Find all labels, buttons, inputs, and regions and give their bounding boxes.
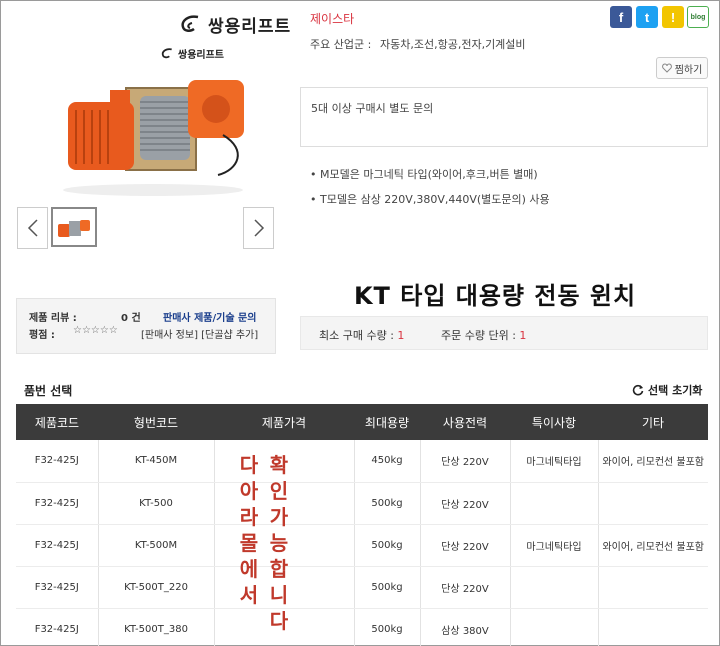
feature-item: M모델은 마그네틱 타입(와이어,후크,버튼 별매) xyxy=(310,166,550,182)
cell-power: 삼상 380V xyxy=(420,608,511,646)
brand-logo: 쌍용리프트 xyxy=(178,12,291,37)
col-capacity: 최대용량 xyxy=(354,404,420,440)
cell-power: 단상 220V xyxy=(420,440,511,483)
option-table: 제품코드 형번코드 제품가격 최대용량 사용전력 특이사항 기타 F32-425… xyxy=(16,404,708,646)
review-label: 제품 리뷰 : xyxy=(29,313,77,324)
sub-brand-name: 쌍용리프트 xyxy=(178,50,224,61)
cell-special: 마그네틱타입 xyxy=(510,524,599,567)
cell-etc: 와이어, 리모컨선 불포함 xyxy=(598,440,708,483)
cell-model-code: KT-500M xyxy=(98,524,215,567)
cell-power: 단상 220V xyxy=(420,482,511,525)
reset-selection-button[interactable]: 선택 초기화 xyxy=(632,382,702,398)
cell-model-code: KT-450M xyxy=(98,440,215,483)
winch-thumbnail-image xyxy=(58,220,90,237)
notice-box: 5대 이상 구매시 별도 문의 xyxy=(300,87,708,147)
col-model-code: 형번코드 xyxy=(98,404,214,440)
cell-product-code: F32-425J xyxy=(16,566,99,609)
table-row[interactable]: F32-425J KT-500 500kg 단상 220V xyxy=(16,482,708,525)
product-image[interactable] xyxy=(48,40,258,200)
blog-icon: blog xyxy=(690,13,706,21)
cell-capacity: 500kg xyxy=(354,608,421,646)
cell-model-code: KT-500 xyxy=(98,482,215,525)
cell-product-code: F32-425J xyxy=(16,482,99,525)
notice-text: 5대 이상 구매시 별도 문의 xyxy=(311,102,434,115)
cell-capacity: 500kg xyxy=(354,524,421,567)
cell-power: 단상 220V xyxy=(420,566,511,609)
cell-special xyxy=(510,566,599,609)
product-title: KT 타입 대용량 전동 윈치 xyxy=(353,282,637,310)
order-unit: 주문 수량 단위 : 1 xyxy=(441,329,527,342)
cell-etc: 와이어, 리모컨선 불포함 xyxy=(598,524,708,567)
rating-label: 평점 : xyxy=(29,330,55,341)
bookmark-button[interactable]: 찜하기 xyxy=(656,57,708,79)
brand-swirl-small-icon xyxy=(161,47,172,58)
order-quantity-box: 최소 구매 수량 : 1 주문 수량 단위 : 1 xyxy=(300,316,708,350)
col-special: 특이사항 xyxy=(510,404,598,440)
chevron-right-icon xyxy=(253,219,264,237)
industry-label: 주요 산업군 : xyxy=(310,38,372,51)
facebook-icon: f xyxy=(618,9,624,25)
cell-model-code: KT-500T_380 xyxy=(98,608,215,646)
table-header-row: 제품코드 형번코드 제품가격 최대용량 사용전력 특이사항 기타 xyxy=(16,404,708,440)
reset-label: 선택 초기화 xyxy=(648,384,703,397)
kakaostory-share-button[interactable]: ! xyxy=(662,6,684,28)
col-price: 제품가격 xyxy=(214,404,354,440)
feature-list: M모델은 마그네틱 타입(와이어,후크,버튼 별매) T모델은 삼상 220V,… xyxy=(310,166,550,216)
cell-etc xyxy=(598,566,708,609)
price-overlay-left: 다 아 라 몰 에 서 xyxy=(239,453,259,607)
price-overlay-right: 확 인 가 능 합 니 다 xyxy=(269,453,289,633)
refresh-icon xyxy=(632,384,644,396)
col-product-code: 제품코드 xyxy=(16,404,98,440)
cell-product-code: F32-425J xyxy=(16,608,99,646)
col-power: 사용전력 xyxy=(420,404,510,440)
table-row[interactable]: F32-425J KT-500T_380 500kg 삼상 380V xyxy=(16,608,708,646)
brand-name: 쌍용리프트 xyxy=(208,17,292,37)
cell-special: 마그네틱타입 xyxy=(510,440,599,483)
cell-special xyxy=(510,608,599,646)
brand-swirl-icon xyxy=(181,14,199,32)
review-box: 제품 리뷰 : 0 건 판매사 제품/기술 문의 평점 : ☆☆☆☆☆ [판매사… xyxy=(16,298,276,354)
table-row[interactable]: F32-425J KT-500M 500kg 단상 220V 마그네틱타입 와이… xyxy=(16,524,708,567)
review-count[interactable]: 0 건 xyxy=(121,309,141,324)
cell-capacity: 450kg xyxy=(354,440,421,483)
facebook-share-button[interactable]: f xyxy=(610,6,632,28)
gallery-prev-button[interactable] xyxy=(17,207,48,249)
option-select-title: 품번 선택 xyxy=(24,384,73,398)
gallery-next-button[interactable] xyxy=(243,207,274,249)
heart-icon xyxy=(661,63,672,73)
rating-stars: ☆☆☆☆☆ xyxy=(73,325,118,336)
kakaostory-icon: ! xyxy=(670,9,676,25)
seller-name-link[interactable]: 제이스타 xyxy=(310,10,354,27)
cell-product-code: F32-425J xyxy=(16,524,99,567)
cell-power: 단상 220V xyxy=(420,524,511,567)
gallery-thumbnail[interactable] xyxy=(51,207,97,247)
seller-inquiry-link[interactable]: 판매사 제품/기술 문의 xyxy=(163,309,256,324)
twitter-share-button[interactable]: t xyxy=(636,6,658,28)
cell-capacity: 500kg xyxy=(354,482,421,525)
cell-product-code: F32-425J xyxy=(16,440,99,483)
seller-info-links[interactable]: [판매사 정보] [단골샵 추가] xyxy=(141,326,258,341)
industry-value: 자동차,조선,항공,전자,기계설비 xyxy=(380,38,526,51)
cell-etc xyxy=(598,608,708,646)
min-order: 최소 구매 수량 : 1 xyxy=(319,329,405,342)
table-row[interactable]: F32-425J KT-450M 450kg 단상 220V 마그네틱타입 와이… xyxy=(16,440,708,483)
cell-model-code: KT-500T_220 xyxy=(98,566,215,609)
cell-capacity: 500kg xyxy=(354,566,421,609)
blog-share-button[interactable]: blog xyxy=(687,6,709,28)
twitter-icon: t xyxy=(644,9,650,25)
cell-special xyxy=(510,482,599,525)
col-etc: 기타 xyxy=(598,404,708,440)
table-row[interactable]: F32-425J KT-500T_220 500kg 단상 220V xyxy=(16,566,708,609)
bookmark-label: 찜하기 xyxy=(674,64,703,76)
product-sub-logo: 쌍용리프트 xyxy=(160,46,224,61)
feature-item: T모델은 삼상 220V,380V,440V(별도문의) 사용 xyxy=(310,191,550,207)
cell-etc xyxy=(598,482,708,525)
chevron-left-icon xyxy=(27,219,38,237)
